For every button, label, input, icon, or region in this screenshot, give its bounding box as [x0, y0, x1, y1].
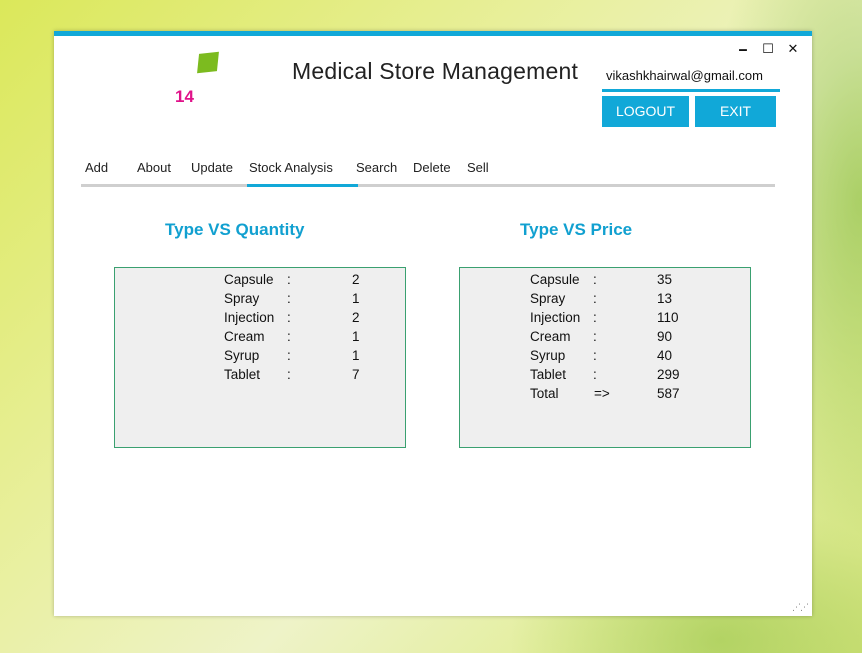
tab-search[interactable]: Search [356, 158, 397, 184]
exit-button[interactable]: EXIT [695, 96, 776, 127]
minimize-button[interactable]: 🗕 [734, 42, 752, 58]
nav-tabs: Add About Update Stock Analysis Search D… [81, 158, 775, 187]
resize-grip-icon[interactable]: ⋰⋰ [792, 603, 809, 613]
main-window: 14 Medical Store Management 🗕 ☐ ✕ vikash… [54, 31, 812, 616]
tab-sell[interactable]: Sell [467, 158, 489, 184]
logo-icon [197, 51, 219, 74]
user-email: vikashkhairwal@gmail.com [606, 68, 763, 83]
logo-number: 14 [175, 87, 194, 106]
logout-button[interactable]: LOGOUT [602, 96, 689, 127]
price-title: Type VS Price [520, 220, 633, 239]
tab-stock-analysis[interactable]: Stock Analysis [247, 158, 358, 187]
close-button[interactable]: ✕ [784, 42, 802, 58]
quantity-title: Type VS Quantity [165, 220, 305, 239]
maximize-button[interactable]: ☐ [759, 42, 777, 58]
tab-add[interactable]: Add [85, 158, 108, 184]
tab-about[interactable]: About [137, 158, 171, 184]
email-underline [602, 89, 780, 92]
price-panel: Capsule : 35 Spray : 13 Injection : 110 … [459, 267, 751, 448]
app-title: Medical Store Management [292, 58, 579, 84]
tab-update[interactable]: Update [191, 158, 233, 184]
quantity-panel: Capsule : 2 Spray : 1 Injection : 2 Crea… [114, 267, 406, 448]
tab-delete[interactable]: Delete [413, 158, 451, 184]
